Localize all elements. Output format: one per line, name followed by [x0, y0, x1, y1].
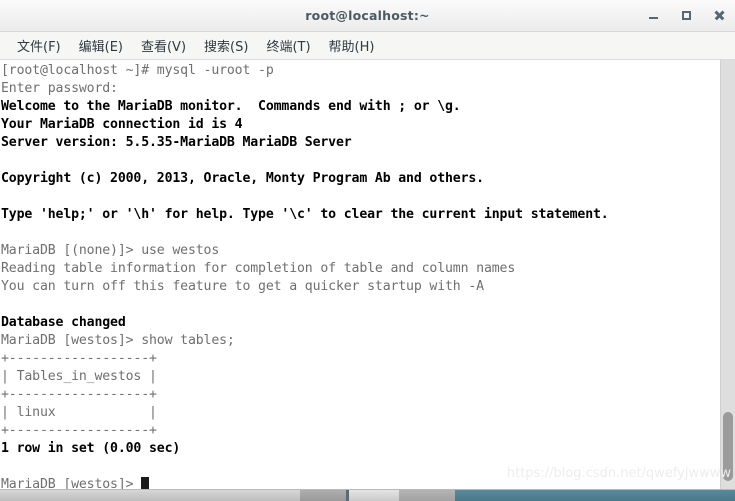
terminal-line-text: Type 'help;' or '\h' for help. Type '\c'… [1, 207, 609, 222]
desktop-taskbar [0, 489, 735, 501]
menu-view[interactable]: 查看(V) [132, 34, 195, 57]
terminal-scrollbar[interactable] [720, 60, 735, 489]
terminal-line: +------------------+ [1, 386, 720, 404]
terminal-line-text: 1 row in set (0.00 sec) [1, 441, 181, 456]
terminal-line-text: Your MariaDB connection id is 4 [1, 117, 243, 132]
terminal-line-text: MariaDB [westos]> [1, 477, 142, 489]
terminal-output[interactable]: [root@localhost ~]# mysql -uroot -p Enter… [0, 60, 720, 489]
taskbar-segment-4 [399, 490, 455, 501]
terminal-line-text: Server version: 5.5.35-MariaDB MariaDB S… [1, 135, 352, 150]
maximize-icon [681, 11, 691, 20]
menubar: 文件(F) 编辑(E) 查看(V) 搜索(S) 终端(T) 帮助(H) [0, 32, 735, 60]
terminal-line-text: +------------------+ [1, 387, 157, 402]
menu-terminal[interactable]: 终端(T) [257, 34, 319, 57]
terminal-line-text: | linux | [1, 405, 157, 420]
terminal-line-text: MariaDB [westos]> show tables; [1, 333, 235, 348]
terminal-line-text: +------------------+ [1, 351, 157, 366]
window-controls [645, 0, 727, 31]
terminal-line-text: Reading table information for completion… [1, 261, 516, 276]
terminal-line: MariaDB [westos]> show tables; [1, 332, 720, 350]
terminal-line: Reading table information for completion… [1, 260, 720, 278]
terminal-line-text: Welcome to the MariaDB monitor. Commands… [1, 99, 461, 114]
terminal-cursor [141, 477, 150, 489]
menu-file[interactable]: 文件(F) [8, 34, 70, 57]
terminal-line: Your MariaDB connection id is 4 [1, 116, 720, 134]
menu-help[interactable]: 帮助(H) [320, 34, 384, 57]
terminal-line-text: You can turn off this feature to get a q… [1, 279, 484, 294]
terminal-line: You can turn off this feature to get a q… [1, 278, 720, 296]
terminal-line: MariaDB [westos]> [1, 476, 720, 489]
terminal-window: root@localhost:~ 文件(F) 编辑(E) 查看(V) 搜索(S)… [0, 0, 735, 501]
terminal-line: Welcome to the MariaDB monitor. Commands… [1, 98, 720, 116]
terminal-area: [root@localhost ~]# mysql -uroot -p Enter… [0, 60, 735, 489]
taskbar-segment-2 [300, 490, 346, 501]
terminal-line-text: +------------------+ [1, 423, 157, 438]
maximize-button[interactable] [678, 8, 694, 24]
minimize-button[interactable] [645, 8, 661, 24]
terminal-line: | linux | [1, 404, 720, 422]
terminal-line-text: MariaDB [(none)]> use westos [1, 243, 220, 258]
window-title: root@localhost:~ [305, 8, 430, 23]
terminal-line: 1 row in set (0.00 sec) [1, 440, 720, 458]
taskbar-segment-3 [349, 490, 399, 501]
terminal-line: Database changed [1, 314, 720, 332]
taskbar-segment-1 [0, 490, 300, 501]
menu-search[interactable]: 搜索(S) [195, 34, 257, 57]
taskbar-background [455, 490, 735, 501]
terminal-line: +------------------+ [1, 422, 720, 440]
terminal-line: +------------------+ [1, 350, 720, 368]
close-icon [714, 10, 725, 21]
scrollbar-thumb[interactable] [723, 412, 733, 481]
terminal-line-text: | Tables_in_westos | [1, 369, 157, 384]
menu-edit[interactable]: 编辑(E) [70, 34, 132, 57]
terminal-line: MariaDB [(none)]> use westos [1, 242, 720, 260]
terminal-line: Type 'help;' or '\h' for help. Type '\c'… [1, 206, 720, 224]
close-button[interactable] [711, 8, 727, 24]
terminal-line: Server version: 5.5.35-MariaDB MariaDB S… [1, 134, 720, 152]
terminal-line: Enter password: [1, 80, 720, 98]
terminal-line-text: Database changed [1, 315, 126, 330]
terminal-line-text: Copyright (c) 2000, 2013, Oracle, Monty … [1, 171, 484, 186]
terminal-line: [root@localhost ~]# mysql -uroot -p [1, 62, 720, 80]
terminal-line: Copyright (c) 2000, 2013, Oracle, Monty … [1, 170, 720, 188]
terminal-line: | Tables_in_westos | [1, 368, 720, 386]
terminal-line-text: [root@localhost ~]# mysql -uroot -p [1, 63, 274, 78]
minimize-icon [648, 17, 658, 19]
terminal-line-text: Enter password: [1, 81, 118, 96]
titlebar[interactable]: root@localhost:~ [0, 0, 735, 32]
